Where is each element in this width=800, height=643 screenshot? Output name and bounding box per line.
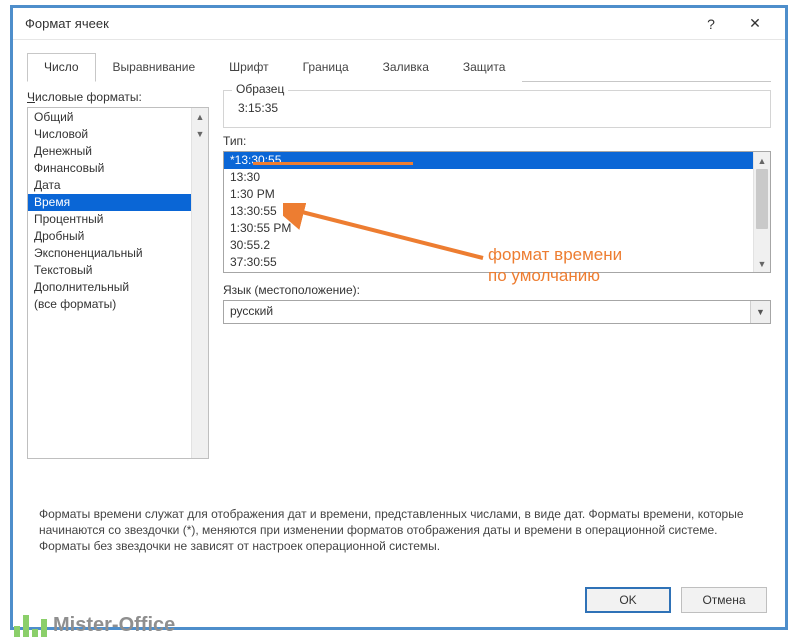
type-item[interactable]: 1:30 PM [224,186,753,203]
categories-scrollbar[interactable]: ▲ ▼ [191,108,208,458]
category-item[interactable]: Дробный [28,228,191,245]
format-description: Форматы времени служат для отображения д… [39,506,759,555]
sample-value: 3:15:35 [236,101,758,115]
tab-protection[interactable]: Защита [446,53,523,82]
scroll-down-icon[interactable]: ▼ [754,255,770,272]
tab-border[interactable]: Граница [286,53,366,82]
category-item[interactable]: Дополнительный [28,279,191,296]
type-item[interactable]: 13:30 [224,169,753,186]
tab-number[interactable]: Число [27,53,96,82]
type-item[interactable]: 1:30:55 PM [224,220,753,237]
dialog-title: Формат ячеек [25,16,689,31]
language-select[interactable]: русский ▼ [223,300,771,324]
category-item[interactable]: Текстовый [28,262,191,279]
type-item[interactable]: 13:30:55 [224,203,753,220]
type-label: Тип: [223,134,771,148]
tab-alignment[interactable]: Выравнивание [96,53,213,82]
category-item[interactable]: Процентный [28,211,191,228]
cancel-button[interactable]: Отмена [681,587,767,613]
watermark: Mister-Office [14,611,175,637]
titlebar: Формат ячеек ? ✕ [13,8,785,40]
button-bar: OK Отмена [585,587,767,613]
categories-label: Числовые форматы: [27,90,209,104]
category-item[interactable]: Финансовый [28,160,191,177]
chevron-down-icon[interactable]: ▼ [750,301,770,323]
category-item[interactable]: (все форматы) [28,296,191,313]
help-button[interactable]: ? [689,10,733,38]
scroll-up-icon[interactable]: ▲ [192,108,208,125]
categories-listbox[interactable]: ОбщийЧисловойДенежныйФинансовыйДатаВремя… [27,107,209,459]
scroll-thumb[interactable] [756,169,768,229]
tab-font[interactable]: Шрифт [212,53,285,82]
watermark-text: Mister-Office [53,614,175,637]
category-item[interactable]: Общий [28,109,191,126]
annotation-underline-sample [253,162,413,165]
category-item[interactable]: Числовой [28,126,191,143]
scroll-up-icon[interactable]: ▲ [754,152,770,169]
annotation-text: формат времени по умолчанию [488,244,622,287]
ok-button[interactable]: OK [585,587,671,613]
scroll-down-icon[interactable]: ▼ [192,125,208,142]
sample-group: Образец 3:15:35 [223,90,771,128]
close-button[interactable]: ✕ [733,10,777,38]
sample-legend: Образец [232,82,288,96]
language-value: русский [224,301,750,323]
type-scrollbar[interactable]: ▲ ▼ [753,152,770,272]
category-item[interactable]: Время [28,194,191,211]
tab-fill[interactable]: Заливка [366,53,446,82]
tab-strip: Число Выравнивание Шрифт Граница Заливка… [27,52,771,82]
category-item[interactable]: Дата [28,177,191,194]
type-item[interactable]: *13:30:55 [224,152,753,169]
category-item[interactable]: Денежный [28,143,191,160]
category-item[interactable]: Экспоненциальный [28,245,191,262]
format-cells-dialog: Формат ячеек ? ✕ Число Выравнивание Шриф… [10,5,788,630]
watermark-bars-icon [14,611,47,637]
